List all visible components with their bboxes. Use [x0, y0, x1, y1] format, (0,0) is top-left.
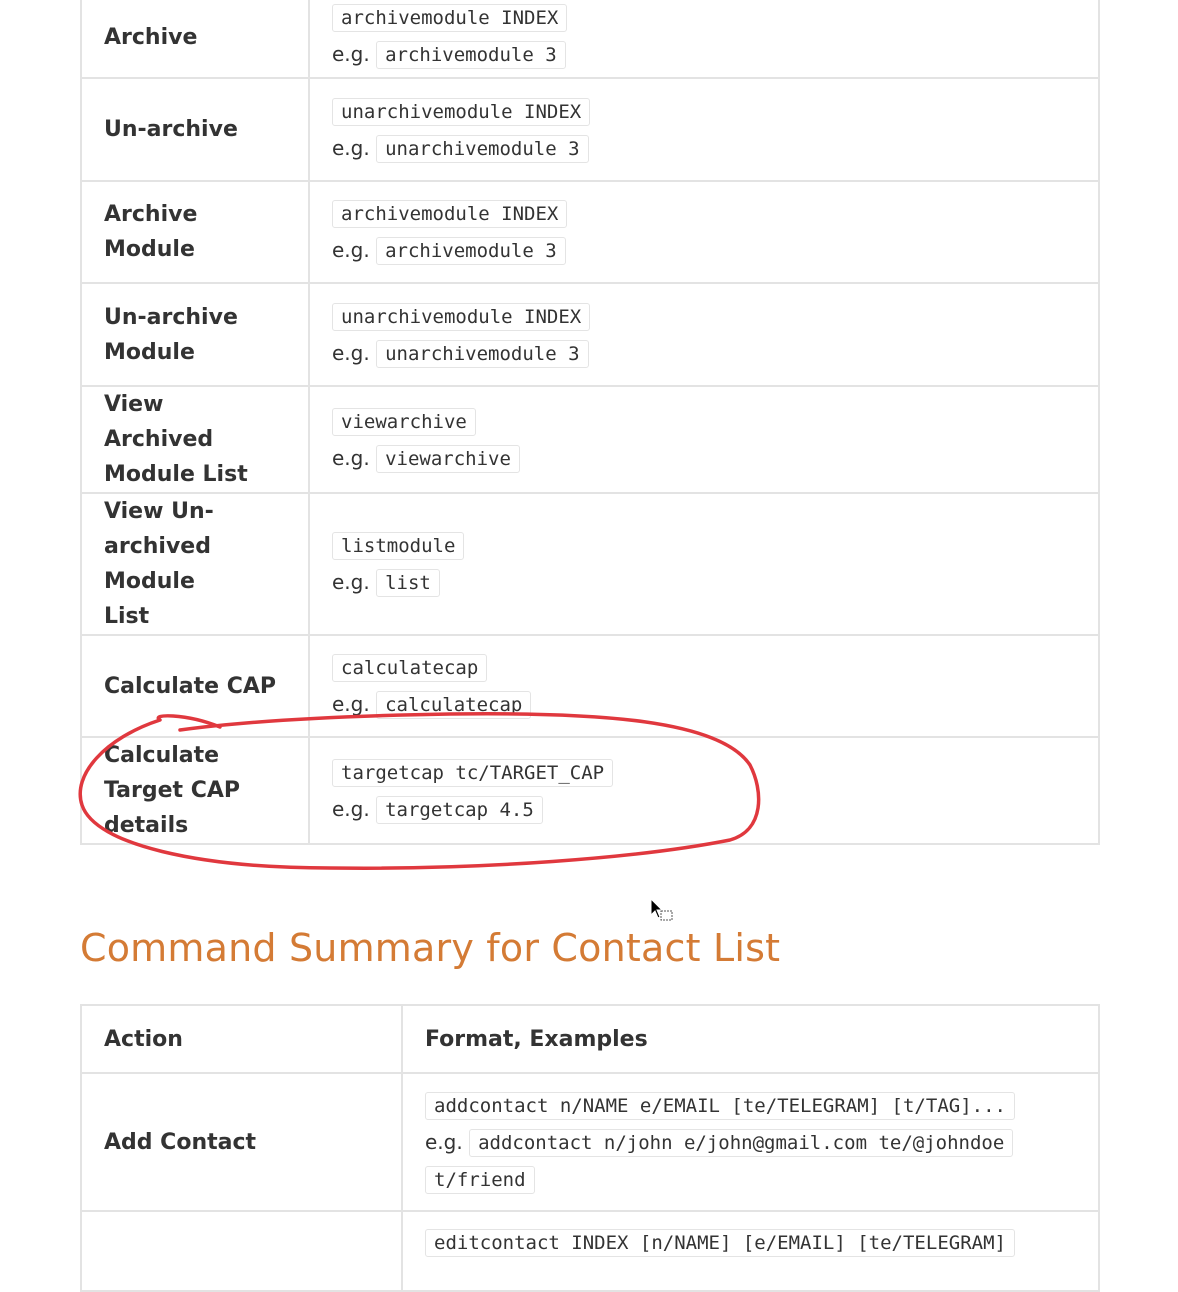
table-row: View Un-archived Module List listmodule e… — [80, 492, 1100, 636]
eg-label: e.g. — [332, 41, 370, 66]
command-example: list — [376, 569, 440, 597]
table-row: Calculate Target CAP details targetcap t… — [80, 736, 1100, 845]
format-cell: unarchivemodule INDEX e.g. unarchivemodul… — [308, 77, 1100, 182]
command-example: unarchivemodule 3 — [376, 134, 589, 163]
eg-label: e.g. — [332, 238, 370, 262]
action-cell: Un-archive Module — [80, 282, 310, 387]
action-cell: Un-archive — [80, 77, 310, 182]
action-cell: Add Contact — [80, 1072, 403, 1212]
column-header-action: Action — [80, 1004, 403, 1074]
action-cell: View Un-archived Module List — [80, 492, 310, 636]
table-row: Un-archive Module unarchivemodule INDEX e… — [80, 282, 1100, 387]
command-example: archivemodule 3 — [376, 40, 566, 69]
action-cell: Archive — [80, 0, 310, 79]
table-row: editcontact INDEX [n/NAME] [e/EMAIL] [te… — [80, 1210, 1100, 1292]
command-example: t/friend — [425, 1165, 535, 1194]
format-cell: archivemodule INDEX e.g. archivemodule 3 — [308, 0, 1100, 79]
format-cell: targetcap tc/TARGET_CAP e.g. targetcap 4.… — [308, 736, 1100, 845]
command-format: addcontact n/NAME e/EMAIL [te/TELEGRAM] … — [425, 1091, 1015, 1120]
section-heading: Command Summary for Contact List — [80, 926, 781, 970]
table-row: Calculate CAP calculatecap e.g. calculate… — [80, 634, 1100, 738]
action-cell: Archive Module — [80, 180, 310, 284]
command-example: viewarchive — [376, 444, 520, 473]
format-cell: viewarchive e.g. viewarchive — [308, 385, 1100, 494]
command-example: unarchivemodule 3 — [376, 339, 589, 368]
format-cell: listmodule e.g. list — [308, 492, 1100, 636]
table-header-row: Action Format, Examples — [80, 1004, 1100, 1074]
table-row: Archive Module archivemodule INDEX e.g. a… — [80, 180, 1100, 284]
eg-label: e.g. — [332, 692, 370, 716]
eg-label: e.g. — [332, 135, 370, 160]
command-format: unarchivemodule INDEX — [332, 302, 591, 331]
table-row: Add Contact addcontact n/NAME e/EMAIL [t… — [80, 1072, 1100, 1212]
command-example: calculatecap — [376, 691, 532, 719]
command-format: listmodule — [332, 532, 465, 560]
eg-label: e.g. — [332, 796, 370, 821]
table-row: Archive archivemodule INDEX e.g. archivem… — [80, 0, 1100, 79]
command-format: archivemodule INDEX — [332, 200, 568, 228]
action-cell: View Archived Module List — [80, 385, 310, 494]
action-cell — [80, 1210, 403, 1292]
command-example: archivemodule 3 — [376, 237, 566, 265]
eg-label: e.g. — [425, 1129, 463, 1154]
column-header-format: Format, Examples — [401, 1004, 1100, 1074]
format-cell: archivemodule INDEX e.g. archivemodule 3 — [308, 180, 1100, 284]
table-row: View Archived Module List viewarchive e.g… — [80, 385, 1100, 494]
eg-label: e.g. — [332, 340, 370, 365]
action-cell: Calculate Target CAP details — [80, 736, 310, 845]
mouse-cursor-icon — [650, 898, 673, 921]
format-cell: editcontact INDEX [n/NAME] [e/EMAIL] [te… — [401, 1210, 1100, 1292]
contact-command-table: Action Format, Examples Add Contact addc… — [80, 1004, 1100, 1292]
table-row: Un-archive unarchivemodule INDEX e.g. una… — [80, 77, 1100, 182]
command-format: calculatecap — [332, 654, 488, 682]
format-cell: addcontact n/NAME e/EMAIL [te/TELEGRAM] … — [401, 1072, 1100, 1212]
eg-label: e.g. — [332, 445, 370, 470]
command-example: addcontact n/john e/john@gmail.com te/@j… — [469, 1128, 1014, 1157]
format-cell: unarchivemodule INDEX e.g. unarchivemodul… — [308, 282, 1100, 387]
command-example: targetcap 4.5 — [376, 795, 543, 824]
action-cell: Calculate CAP — [80, 634, 310, 738]
command-format: viewarchive — [332, 407, 476, 436]
command-format: archivemodule INDEX — [332, 3, 568, 32]
format-cell: calculatecap e.g. calculatecap — [308, 634, 1100, 738]
command-format: unarchivemodule INDEX — [332, 97, 591, 126]
eg-label: e.g. — [332, 570, 370, 594]
module-command-table: Archive archivemodule INDEX e.g. archivem… — [80, 0, 1100, 845]
command-format: targetcap tc/TARGET_CAP — [332, 758, 614, 787]
command-format: editcontact INDEX [n/NAME] [e/EMAIL] [te… — [425, 1229, 1015, 1257]
